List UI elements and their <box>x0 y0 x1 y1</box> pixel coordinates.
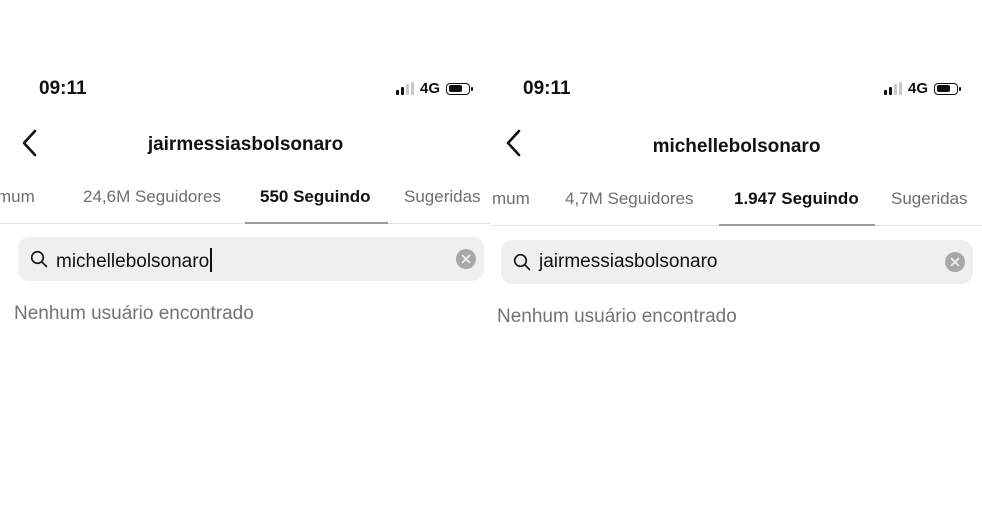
search-icon <box>30 250 48 268</box>
empty-results-message: Nenhum usuário encontrado <box>14 303 254 324</box>
text-cursor <box>210 248 213 272</box>
tab-mutual[interactable]: mum <box>492 189 530 209</box>
empty-results-message: Nenhum usuário encontrado <box>497 306 737 327</box>
tab-following[interactable]: 1.947 Seguindo <box>734 189 859 209</box>
search-input[interactable]: jairmessiasbolsonaro <box>539 251 717 273</box>
profile-tabs: mum 4,7M Seguidores 1.947 Seguindo Suger… <box>491 189 982 213</box>
status-time: 09:11 <box>39 78 87 99</box>
active-tab-indicator <box>245 222 388 224</box>
battery-icon <box>934 82 962 95</box>
tab-suggested[interactable]: Sugeridas <box>404 187 481 207</box>
profile-following-panel-left: 09:11 4G jairmessiasbolsonaro mum 24,6M … <box>0 0 491 532</box>
active-tab-indicator <box>719 224 875 226</box>
clear-icon[interactable] <box>945 252 965 272</box>
status-time: 09:11 <box>523 78 571 99</box>
signal-bars-icon <box>884 82 902 95</box>
profile-tabs: mum 24,6M Seguidores 550 Seguindo Sugeri… <box>0 187 491 211</box>
search-icon <box>513 253 531 271</box>
clear-icon[interactable] <box>456 249 476 269</box>
battery-icon <box>446 82 474 95</box>
page-title: michellebolsonaro <box>652 136 821 157</box>
search-input-value: jairmessiasbolsonaro <box>539 251 718 272</box>
search-input[interactable]: michellebolsonaro <box>56 248 213 273</box>
tab-mutual[interactable]: mum <box>0 187 35 207</box>
page-title: jairmessiasbolsonaro <box>147 134 344 155</box>
status-indicators: 4G <box>884 80 962 97</box>
search-field[interactable]: michellebolsonaro <box>18 237 484 281</box>
status-indicators: 4G <box>396 80 474 97</box>
network-type: 4G <box>908 80 929 97</box>
tab-following[interactable]: 550 Seguindo <box>260 187 371 207</box>
tab-followers[interactable]: 24,6M Seguidores <box>83 187 221 207</box>
profile-following-panel-right: 09:11 4G michellebolsonaro mum 4,7M Segu… <box>491 0 982 532</box>
tab-suggested[interactable]: Sugeridas <box>891 189 968 209</box>
network-type: 4G <box>420 80 441 97</box>
tab-followers[interactable]: 4,7M Seguidores <box>565 189 694 209</box>
signal-bars-icon <box>396 82 414 95</box>
search-input-value: michellebolsonaro <box>56 251 210 272</box>
search-field[interactable]: jairmessiasbolsonaro <box>501 240 973 284</box>
